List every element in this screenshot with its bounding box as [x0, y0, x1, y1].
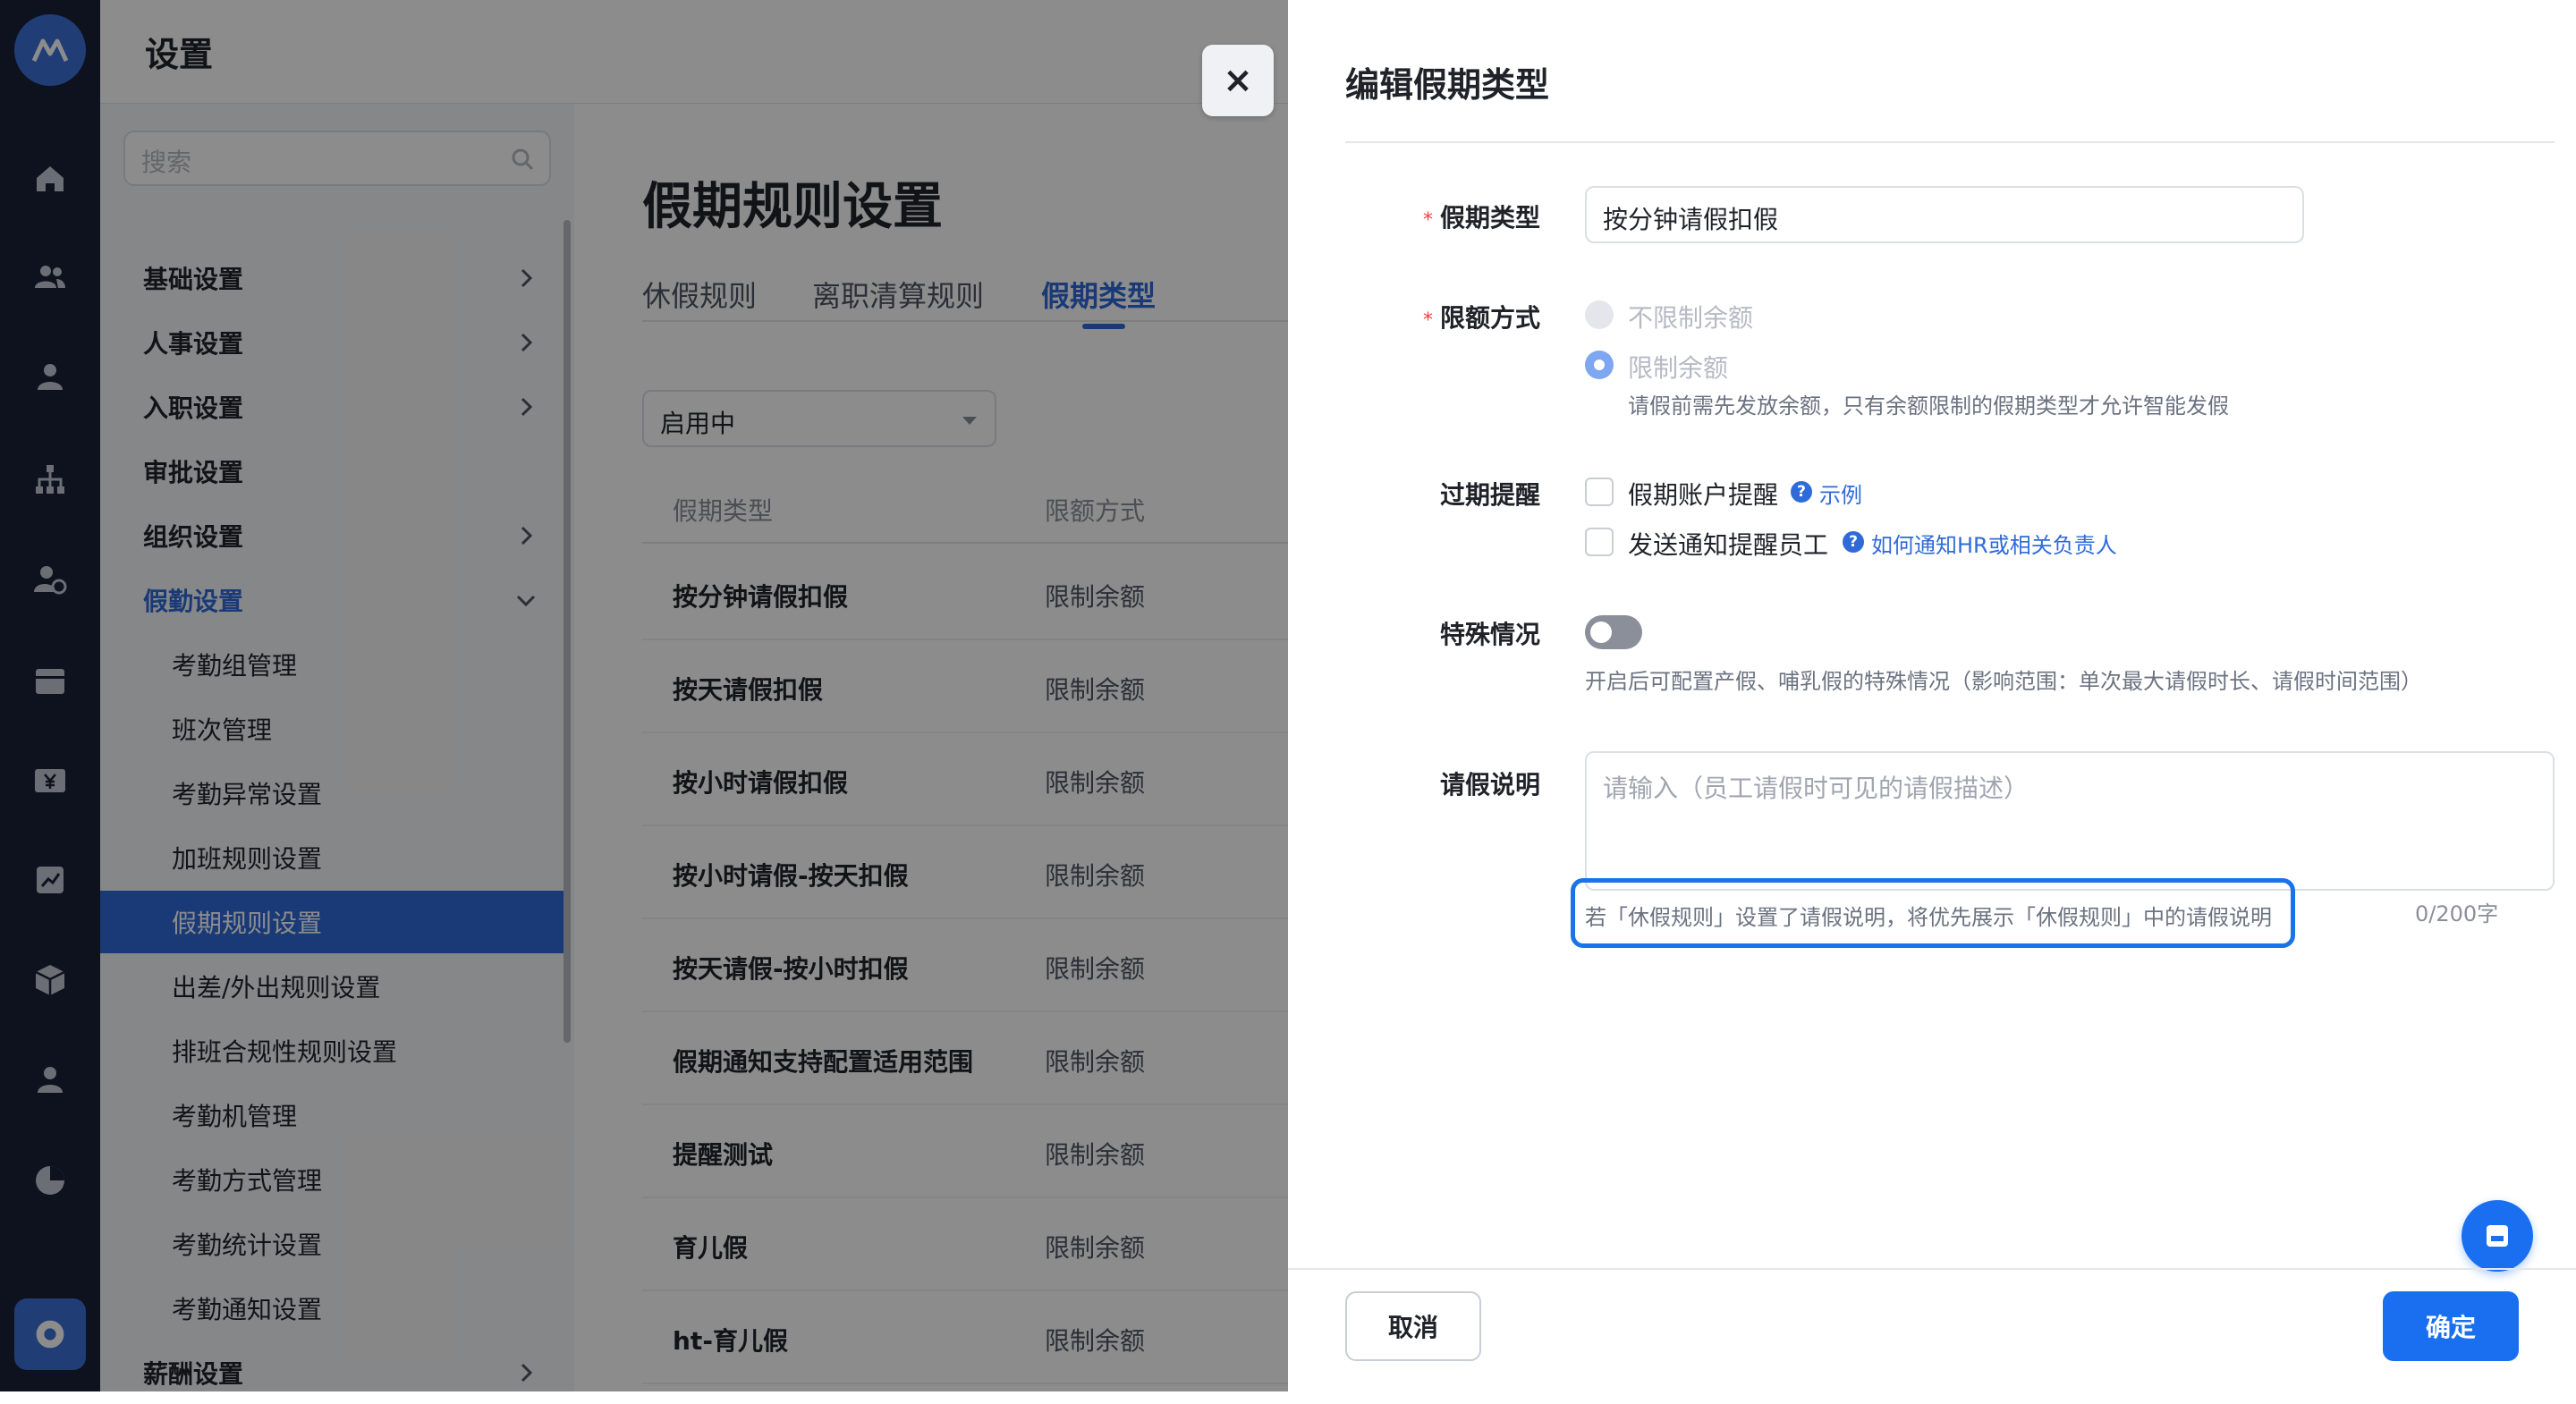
quota-radio-unlimited[interactable]: [1585, 300, 1614, 329]
required-mark: *: [1422, 309, 1433, 332]
example-link[interactable]: 示例: [1819, 478, 1862, 509]
drawer-title: 编辑假期类型: [1345, 65, 1550, 105]
character-counter: 0/200字: [2415, 901, 2499, 926]
description-placeholder: 请输入（员工请假时可见的请假描述）: [1603, 774, 2029, 803]
modal-overlay[interactable]: [0, 0, 1288, 1391]
cancel-button[interactable]: 取消: [1345, 1291, 1481, 1361]
expiry-option-label: 假期账户提醒: [1628, 480, 1779, 510]
field-label-quota: * 限额方式: [1422, 303, 1540, 333]
field-label-leave-type: * 假期类型: [1422, 203, 1540, 233]
expiry-account-checkbox[interactable]: [1585, 478, 1614, 506]
quota-radio-limited[interactable]: [1585, 351, 1614, 379]
help-icon[interactable]: ?: [1843, 531, 1864, 553]
leave-type-name-input[interactable]: 按分钟请假扣假: [1585, 186, 2304, 243]
field-label-special: 特殊情况: [1439, 620, 1540, 649]
notify-hr-link[interactable]: 如何通知HR或相关负责人: [1871, 528, 2117, 559]
close-drawer-button[interactable]: ×: [1202, 45, 1274, 116]
floating-action-button[interactable]: [2462, 1200, 2533, 1272]
quota-option-label: 不限制余额: [1628, 303, 1754, 333]
help-icon[interactable]: ?: [1791, 481, 1812, 503]
description-note: 若「休假规则」设置了请假说明，将优先展示「休假规则」中的请假说明: [1585, 905, 2272, 930]
quota-option-label: 限制余额: [1628, 353, 1729, 383]
close-icon: ×: [1223, 60, 1253, 101]
expiry-option-label: 发送通知提醒员工: [1628, 530, 1829, 560]
leave-type-name-value: 按分钟请假扣假: [1603, 205, 1779, 234]
special-case-toggle[interactable]: [1585, 615, 1642, 649]
edit-leave-type-drawer: 编辑假期类型 * 假期类型 按分钟请假扣假 * 限额方式 不限制余额 限制余额 请假…: [1288, 0, 2576, 1391]
divider: [1345, 141, 2555, 143]
footer-divider: [1288, 1268, 2576, 1270]
required-mark: *: [1422, 209, 1433, 232]
inbox-icon: [2487, 1225, 2508, 1247]
field-label-expiry: 过期提醒: [1439, 480, 1540, 510]
notify-employee-checkbox[interactable]: [1585, 528, 1614, 556]
special-case-hint: 开启后可配置产假、哺乳假的特殊情况（影响范围：单次最大请假时长、请假时间范围）: [1585, 669, 2422, 694]
confirm-button[interactable]: 确定: [2383, 1291, 2519, 1361]
field-label-description: 请假说明: [1439, 770, 1540, 799]
quota-hint: 请假前需先发放余额，只有余额限制的假期类型才允许智能发假: [1628, 393, 2229, 419]
leave-description-textarea[interactable]: 请输入（员工请假时可见的请假描述）: [1585, 751, 2555, 891]
